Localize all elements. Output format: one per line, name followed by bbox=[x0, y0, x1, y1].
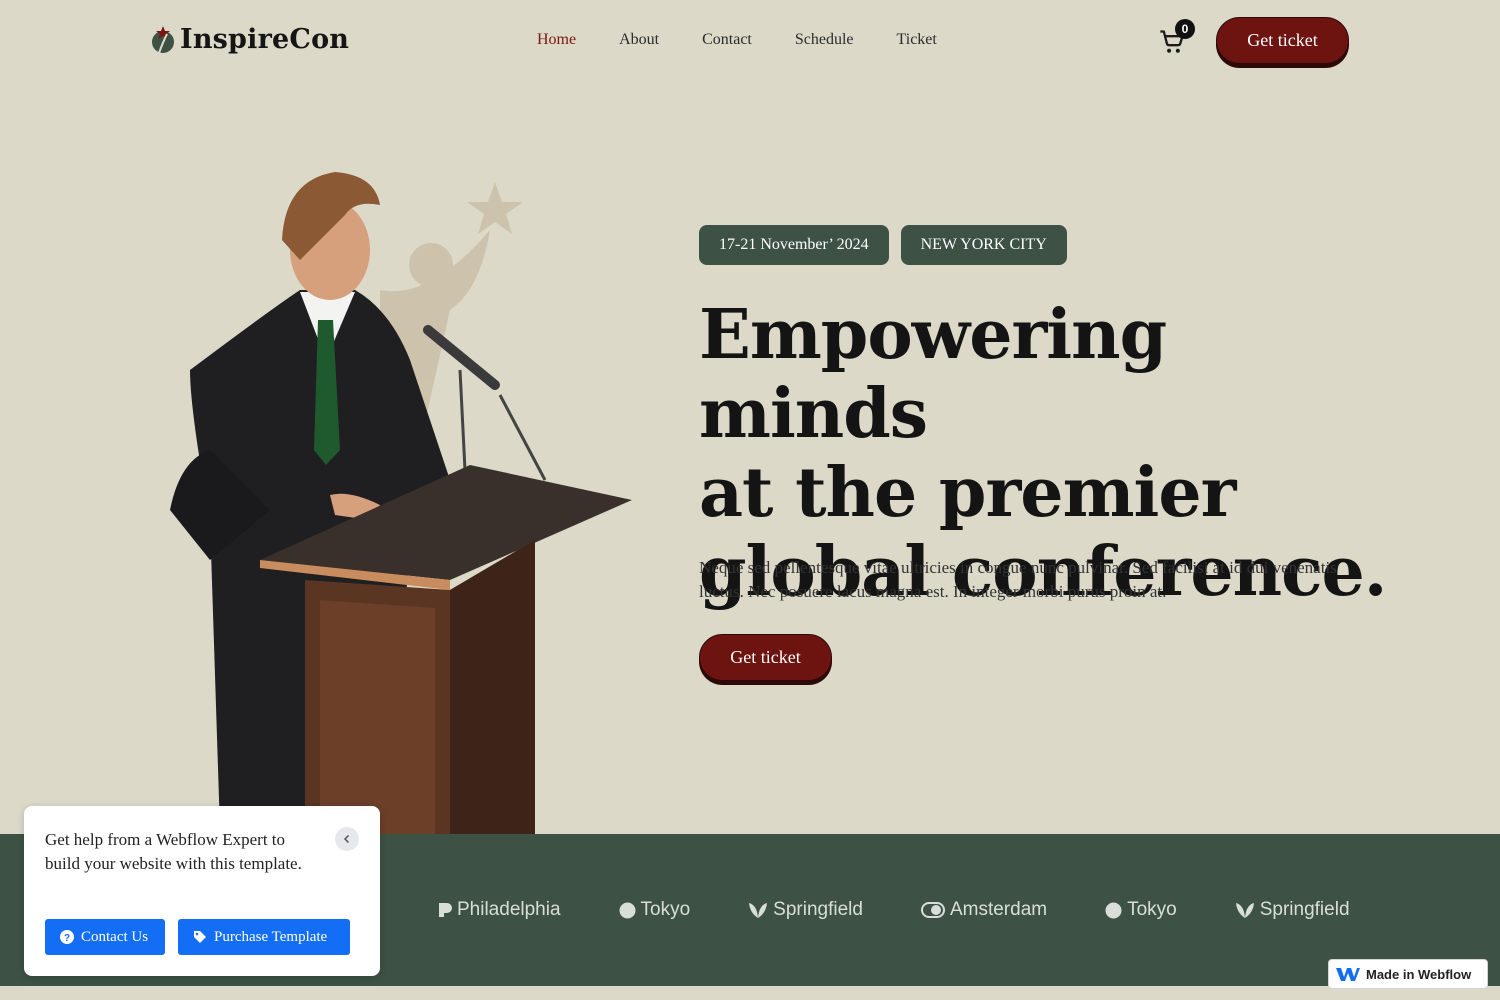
event-tags: 17-21 November’ 2024 NEW YORK CITY bbox=[699, 225, 1067, 265]
webflow-help-popup: Get help from a Webflow Expert to build … bbox=[24, 806, 380, 976]
city-logo-springfield-2: Springfield bbox=[1235, 899, 1350, 921]
amsterdam-logo-icon bbox=[920, 902, 945, 918]
cart-button[interactable]: 0 bbox=[1158, 19, 1195, 56]
nav-ticket[interactable]: Ticket bbox=[897, 31, 937, 49]
header-get-ticket-button[interactable]: Get ticket bbox=[1216, 17, 1349, 64]
tokyo-logo-icon bbox=[1105, 902, 1122, 918]
city-logo-springfield: Springfield bbox=[748, 899, 863, 921]
event-date-tag: 17-21 November’ 2024 bbox=[699, 225, 889, 265]
logo-text: InspireCon bbox=[180, 23, 350, 55]
question-icon: ? bbox=[60, 930, 74, 944]
popup-message: Get help from a Webflow Expert to build … bbox=[45, 830, 302, 873]
city-label: Amsterdam bbox=[949, 899, 1048, 920]
city-label: Springfield bbox=[1259, 899, 1350, 920]
main-nav: Home About Contact Schedule Ticket bbox=[537, 31, 980, 49]
city-logo-tokyo-2: Tokyo bbox=[1105, 899, 1177, 921]
made-in-webflow-badge[interactable]: Made in Webflow bbox=[1328, 959, 1488, 989]
nav-schedule[interactable]: Schedule bbox=[795, 31, 854, 49]
springfield-logo-icon bbox=[1235, 903, 1254, 918]
svg-text:?: ? bbox=[64, 933, 70, 944]
tag-icon bbox=[194, 931, 206, 943]
city-logo-tokyo: Tokyo bbox=[619, 899, 691, 921]
cart-count-badge: 0 bbox=[1175, 19, 1195, 39]
contact-us-button[interactable]: ? Contact Us bbox=[45, 919, 165, 955]
city-logo-philadelphia: Philadelphia bbox=[438, 899, 561, 921]
chevron-left-icon bbox=[343, 834, 350, 844]
speaker-at-podium-image bbox=[170, 172, 632, 834]
site-logo[interactable]: InspireCon bbox=[150, 22, 349, 56]
purchase-template-label: Purchase Template bbox=[214, 928, 328, 945]
headline-line-1: Empowering minds bbox=[699, 295, 1167, 454]
site-header: InspireCon Home About Contact Schedule T… bbox=[0, 0, 1500, 82]
contact-us-label: Contact Us bbox=[81, 928, 149, 945]
city-logo-amsterdam: Amsterdam bbox=[920, 899, 1048, 921]
nav-home[interactable]: Home bbox=[537, 31, 576, 49]
city-label: Springfield bbox=[773, 899, 863, 920]
city-label: Philadelphia bbox=[457, 899, 561, 920]
purchase-template-button[interactable]: Purchase Template bbox=[178, 919, 350, 955]
city-label: Tokyo bbox=[1127, 899, 1177, 920]
headline-line-2: at the premier bbox=[699, 453, 1236, 533]
springfield-logo-icon bbox=[749, 903, 768, 918]
nav-about[interactable]: About bbox=[619, 31, 659, 49]
philadelphia-logo-icon bbox=[439, 903, 452, 917]
hero-get-ticket-button[interactable]: Get ticket bbox=[699, 634, 832, 681]
hero-description: Neque sed pellentesque vitae ultricies i… bbox=[699, 558, 1337, 601]
nav-contact[interactable]: Contact bbox=[702, 31, 752, 49]
city-logos-row: Philadelphia Tokyo Springfield Amsterdam… bbox=[438, 896, 1350, 924]
event-location-tag: NEW YORK CITY bbox=[900, 225, 1067, 265]
webflow-badge-label: Made in Webflow bbox=[1366, 966, 1472, 982]
tokyo-logo-icon bbox=[619, 902, 636, 918]
page-bottom-strip bbox=[0, 986, 1500, 1000]
popup-collapse-button[interactable] bbox=[335, 827, 359, 851]
city-label: Tokyo bbox=[640, 899, 691, 920]
logo-icon bbox=[152, 26, 174, 54]
webflow-icon bbox=[1336, 968, 1360, 981]
